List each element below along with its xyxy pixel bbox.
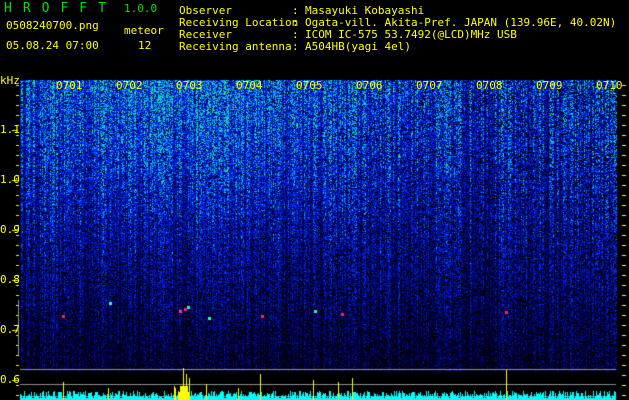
freq-label: 0.6 (0, 373, 20, 386)
time-label: 0704 (236, 79, 263, 92)
time-label: 0705 (296, 79, 323, 92)
time-label: 0709 (536, 79, 563, 92)
freq-label: 0.8 (0, 273, 20, 286)
meteor-count: 12 (138, 39, 152, 52)
info-colon: : (292, 40, 299, 53)
time-label: 0707 (416, 79, 443, 92)
time-label: 0703 (176, 79, 203, 92)
spectrogram (0, 0, 629, 400)
filename: 0508240700.png (6, 19, 99, 32)
freq-label: 1.0 (0, 173, 20, 186)
info-value: A504HB(yagi 4el) (305, 40, 411, 53)
info-label: Receiving antenna (179, 40, 292, 53)
app-version: 1.0.0 (124, 2, 158, 15)
time-label: 0702 (116, 79, 143, 92)
freq-label: 1.1 (0, 123, 20, 136)
meteor-label: meteor (124, 24, 164, 37)
time-label: 0701 (56, 79, 83, 92)
freq-label: 0.9 (0, 223, 20, 236)
time-label: 0708 (476, 79, 503, 92)
time-label: 0706 (356, 79, 383, 92)
datetime: 05.08.24 07:00 (6, 39, 99, 52)
app-title: HROFFT (4, 1, 117, 16)
unit-label: kHz (0, 74, 20, 87)
freq-label: 0.7 (0, 323, 20, 336)
time-label: 0710 (596, 79, 623, 92)
